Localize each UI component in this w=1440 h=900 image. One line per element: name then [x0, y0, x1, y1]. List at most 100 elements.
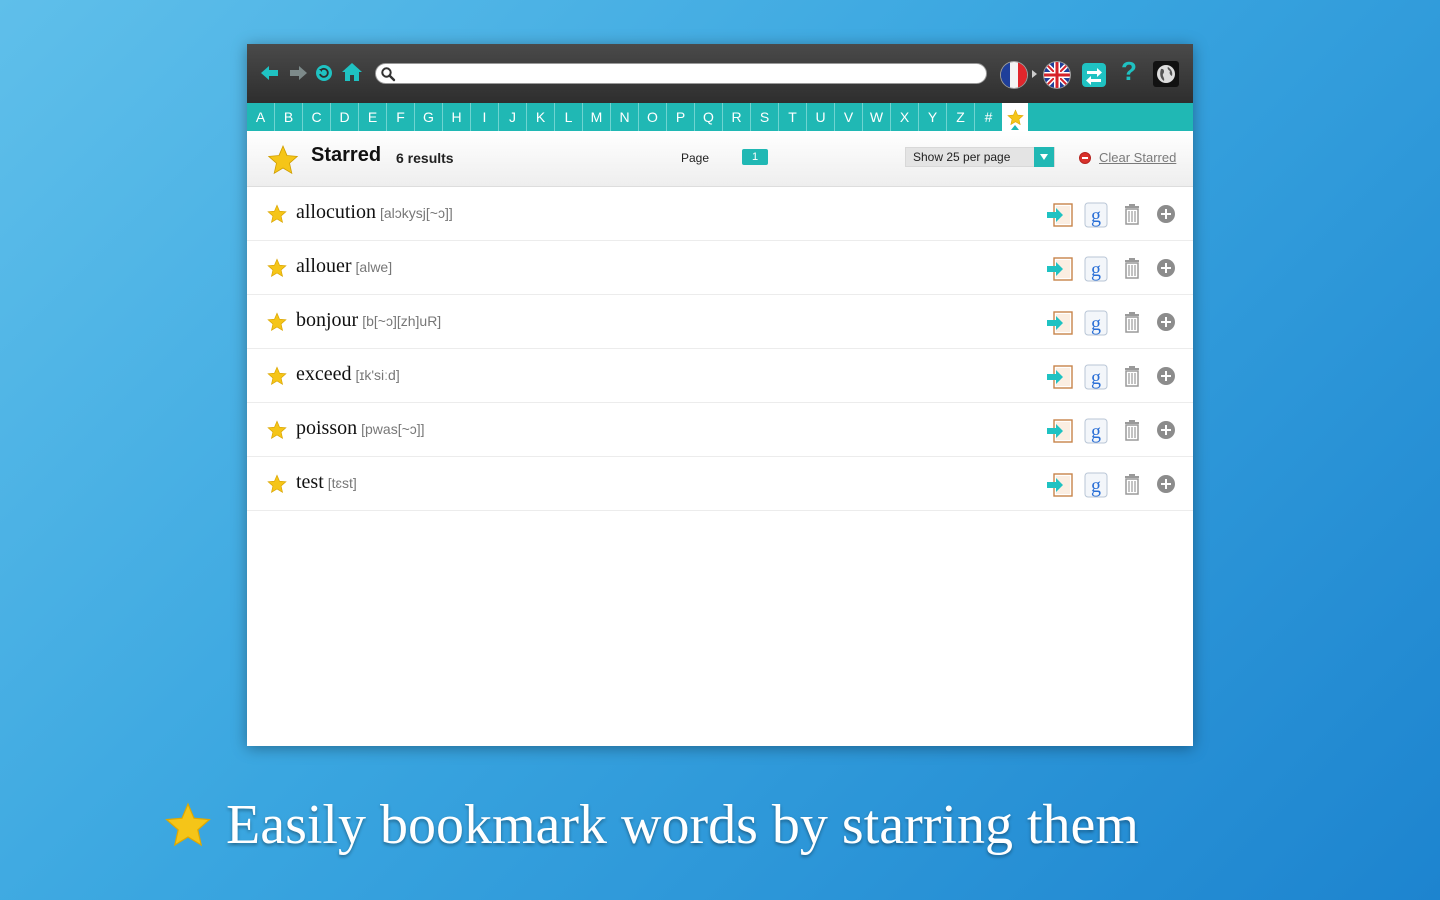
alphabet-letter-p[interactable]: P: [667, 103, 695, 131]
alphabet-letter-j[interactable]: J: [499, 103, 527, 131]
star-icon[interactable]: [267, 366, 287, 391]
alphabet-letter-f[interactable]: F: [387, 103, 415, 131]
alphabet-letter-b[interactable]: B: [275, 103, 303, 131]
list-item[interactable]: poisson [pwas[~ɔ]] g: [247, 403, 1193, 457]
google-icon[interactable]: g: [1084, 472, 1108, 503]
reload-icon: [316, 65, 332, 81]
uk-flag-icon[interactable]: [1044, 62, 1070, 88]
forward-button[interactable]: [287, 62, 309, 84]
alphabet-letter-hash[interactable]: #: [975, 103, 1003, 131]
word-text[interactable]: test: [296, 471, 324, 493]
alphabet-letter-z[interactable]: Z: [947, 103, 975, 131]
result-count: 6 results: [396, 150, 454, 166]
swap-button[interactable]: [1081, 62, 1107, 88]
trash-icon[interactable]: [1124, 311, 1140, 338]
word-entry: test [tɛst]: [296, 471, 357, 494]
star-icon[interactable]: [267, 312, 287, 337]
trash-icon[interactable]: [1124, 419, 1140, 446]
alphabet-letter-s[interactable]: S: [751, 103, 779, 131]
alphabet-letter-d[interactable]: D: [331, 103, 359, 131]
google-icon[interactable]: g: [1084, 364, 1108, 395]
word-text[interactable]: exceed: [296, 363, 352, 385]
alphabet-bar: A B C D E F G H I J K L M N O P Q R S T U V W X Y Z #: [247, 103, 1193, 131]
google-icon[interactable]: g: [1084, 418, 1108, 449]
back-button[interactable]: [259, 62, 281, 84]
page-number-button[interactable]: 1: [742, 149, 768, 165]
page-label: Page: [681, 151, 710, 165]
google-icon[interactable]: g: [1084, 256, 1108, 287]
word-entry: poisson [pwas[~ɔ]]: [296, 417, 425, 440]
alphabet-letter-v[interactable]: V: [835, 103, 863, 131]
alphabet-starred-tab[interactable]: [1002, 103, 1028, 131]
star-icon[interactable]: [267, 474, 287, 499]
alphabet-letter-i[interactable]: I: [471, 103, 499, 131]
alphabet-letter-t[interactable]: T: [779, 103, 807, 131]
svg-text:g: g: [1091, 205, 1101, 227]
clear-starred-label[interactable]: Clear Starred: [1099, 150, 1176, 165]
list-item[interactable]: allouer [alwe] g: [247, 241, 1193, 295]
per-page-select[interactable]: Show 25 per page: [905, 147, 1055, 167]
alphabet-letter-l[interactable]: L: [555, 103, 583, 131]
chevron-down-icon[interactable]: [1034, 147, 1054, 167]
list-item[interactable]: test [tɛst] g: [247, 457, 1193, 511]
alphabet-letter-w[interactable]: W: [863, 103, 891, 131]
open-entry-icon[interactable]: [1046, 310, 1074, 341]
reload-button[interactable]: [313, 62, 335, 84]
starred-header-star-icon: [267, 144, 299, 175]
plus-icon[interactable]: [1156, 366, 1176, 391]
word-list: allocution [alɔkysj[~ɔ]] g allouer [alwe] g bo…: [247, 187, 1193, 511]
list-item[interactable]: exceed [ɪk'siːd] g: [247, 349, 1193, 403]
plus-icon[interactable]: [1156, 420, 1176, 445]
arrow-right-icon: [290, 66, 307, 80]
star-icon[interactable]: [267, 420, 287, 445]
list-item[interactable]: allocution [alɔkysj[~ɔ]] g: [247, 187, 1193, 241]
open-entry-icon[interactable]: [1046, 256, 1074, 287]
trash-icon[interactable]: [1124, 257, 1140, 284]
alphabet-letter-r[interactable]: R: [723, 103, 751, 131]
open-entry-icon[interactable]: [1046, 364, 1074, 395]
plus-icon[interactable]: [1156, 204, 1176, 229]
trash-icon[interactable]: [1124, 203, 1140, 230]
search-input[interactable]: [396, 65, 986, 82]
alphabet-letter-q[interactable]: Q: [695, 103, 723, 131]
web-button[interactable]: [1153, 61, 1179, 87]
home-button[interactable]: [341, 61, 363, 83]
per-page-value: Show 25 per page: [913, 150, 1011, 164]
alphabet-letter-h[interactable]: H: [443, 103, 471, 131]
alphabet-letter-x[interactable]: X: [891, 103, 919, 131]
list-item[interactable]: bonjour [b[~ɔ][zh]uR] g: [247, 295, 1193, 349]
clear-starred-link[interactable]: Clear Starred: [1079, 150, 1176, 165]
star-icon[interactable]: [267, 204, 287, 229]
open-entry-icon[interactable]: [1046, 202, 1074, 233]
alphabet-letter-g[interactable]: G: [415, 103, 443, 131]
plus-icon[interactable]: [1156, 258, 1176, 283]
phonetic-text: [alɔkysj[~ɔ]]: [379, 205, 453, 221]
alphabet-letter-k[interactable]: K: [527, 103, 555, 131]
caption-text: Easily bookmark words by starring them: [226, 794, 1139, 856]
alphabet-letter-y[interactable]: Y: [919, 103, 947, 131]
alphabet-letter-n[interactable]: N: [611, 103, 639, 131]
alphabet-letter-e[interactable]: E: [359, 103, 387, 131]
alphabet-letter-c[interactable]: C: [303, 103, 331, 131]
trash-icon[interactable]: [1124, 473, 1140, 500]
alphabet-letter-u[interactable]: U: [807, 103, 835, 131]
open-entry-icon[interactable]: [1046, 418, 1074, 449]
word-text[interactable]: allouer: [296, 255, 352, 277]
word-text[interactable]: poisson: [296, 417, 357, 439]
alphabet-letter-m[interactable]: M: [583, 103, 611, 131]
trash-icon[interactable]: [1124, 365, 1140, 392]
word-text[interactable]: allocution: [296, 201, 376, 223]
french-flag-icon[interactable]: [1001, 62, 1027, 88]
alphabet-letter-a[interactable]: A: [247, 103, 275, 131]
help-button[interactable]: ?: [1118, 58, 1140, 84]
alphabet-letter-o[interactable]: O: [639, 103, 667, 131]
star-icon: [1006, 108, 1024, 125]
plus-icon[interactable]: [1156, 474, 1176, 499]
star-icon[interactable]: [267, 258, 287, 283]
search-icon: [381, 66, 396, 81]
word-text[interactable]: bonjour: [296, 309, 358, 331]
open-entry-icon[interactable]: [1046, 472, 1074, 503]
google-icon[interactable]: g: [1084, 202, 1108, 233]
plus-icon[interactable]: [1156, 312, 1176, 337]
google-icon[interactable]: g: [1084, 310, 1108, 341]
